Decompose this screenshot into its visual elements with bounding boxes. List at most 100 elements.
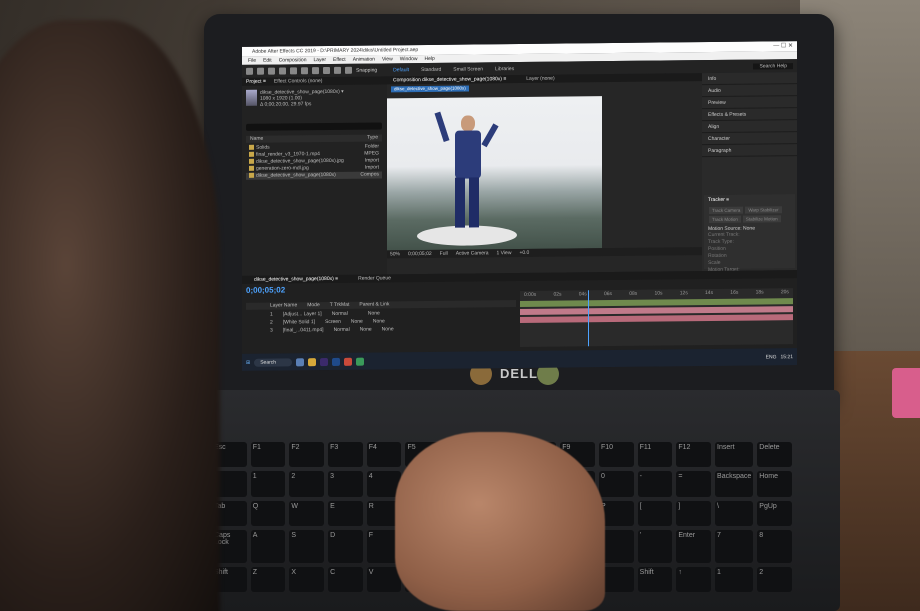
layer-parent[interactable]: None (368, 310, 380, 317)
keyboard-key[interactable]: Enter (676, 530, 712, 563)
timeline-column[interactable]: T TrkMat (330, 302, 350, 309)
keyboard-key[interactable]: A (250, 530, 286, 563)
keyboard-key[interactable]: F4 (366, 442, 402, 468)
keyboard-key[interactable]: F11 (637, 442, 673, 468)
keyboard-key[interactable]: - (637, 471, 673, 497)
menu-item-help[interactable]: Help (424, 55, 434, 63)
keyboard-key[interactable]: 3 (328, 471, 363, 497)
layer-mode[interactable]: Normal (334, 327, 350, 334)
keyboard-key[interactable]: 8 (757, 530, 792, 563)
tracker-button-stabilize-motion[interactable]: Stabilize Motion (742, 215, 781, 223)
menu-item-animation[interactable]: Animation (353, 56, 375, 64)
keyboard-key[interactable]: Shift (637, 566, 673, 592)
workspace-standard[interactable]: Standard (421, 66, 441, 72)
composition-viewer[interactable] (387, 96, 602, 251)
keyboard-key[interactable]: S (289, 530, 325, 563)
keyboard-key[interactable]: 1 (250, 471, 286, 497)
current-timecode[interactable]: 0;00;05;02 (246, 285, 285, 294)
tab-effect-controls[interactable]: Effect Controls (none) (274, 77, 323, 86)
column-type[interactable]: Type (367, 134, 378, 141)
tracker-button-track-camera[interactable]: Track Camera (709, 206, 744, 215)
panel-effects-presets[interactable]: Effects & Presets (702, 108, 797, 122)
keyboard-key[interactable]: C (328, 566, 363, 592)
search-help-input[interactable]: Search Help (753, 62, 793, 70)
keyboard-key[interactable]: 0 (598, 471, 634, 497)
panel-paragraph[interactable]: Paragraph (702, 144, 797, 158)
layer-trkmat[interactable]: None (351, 319, 363, 326)
menu-item-composition[interactable]: Composition (279, 56, 307, 64)
time-ruler[interactable]: 0:00s 02s 04s 06s 08s 10s 12s 14s 16s 18s 20s (520, 288, 793, 299)
keyboard-key[interactable]: \ (715, 500, 754, 527)
hand-tool-icon[interactable] (268, 67, 275, 75)
panel-audio[interactable]: Audio (702, 84, 797, 98)
layer-parent[interactable]: None (382, 326, 394, 333)
layer-trkmat[interactable]: None (360, 327, 372, 334)
keyboard-key[interactable]: = (676, 471, 712, 497)
menu-item-edit[interactable]: Edit (263, 57, 272, 65)
keyboard-key[interactable]: Backspace (715, 471, 754, 497)
selection-tool-icon[interactable] (257, 67, 264, 75)
layer-parent[interactable]: None (373, 318, 385, 325)
menu-item-file[interactable]: File (248, 57, 256, 65)
viewer-control[interactable]: 1 View (497, 249, 512, 257)
keyboard-key[interactable]: Z (250, 566, 286, 592)
tab-layer[interactable]: Layer (none) (526, 75, 554, 83)
viewer-control[interactable]: 0;00;05;02 (408, 250, 432, 258)
tab-project[interactable]: Project ≡ (246, 78, 266, 86)
keyboard-key[interactable]: [ (637, 500, 673, 527)
layer-bar-3[interactable] (520, 314, 793, 323)
media-app-icon[interactable] (356, 357, 365, 366)
playhead[interactable] (588, 290, 590, 347)
tab-timeline-comp[interactable]: dikse_detective_show_page(1080x) ≡ (254, 275, 338, 284)
brush-tool-icon[interactable] (334, 66, 341, 74)
viewer-control[interactable]: +0.0 (519, 249, 529, 257)
after-effects-app-icon[interactable] (320, 357, 329, 366)
panel-align[interactable]: Align (702, 120, 797, 134)
window-controls[interactable]: — ☐ ✕ (773, 41, 793, 51)
menu-item-effect[interactable]: Effect (333, 56, 346, 64)
clock[interactable]: 15:21 (780, 354, 793, 360)
tracker-button-track-motion[interactable]: Track Motion (709, 215, 741, 224)
workspace-libraries[interactable]: Libraries (495, 66, 514, 72)
keyboard-key[interactable]: 7 (715, 530, 754, 563)
keyboard-key[interactable]: Home (757, 471, 792, 497)
chrome-app-icon[interactable] (344, 357, 353, 366)
keyboard-key[interactable]: X (289, 566, 325, 592)
menu-item-window[interactable]: Window (400, 55, 418, 63)
keyboard-key[interactable]: W (289, 500, 325, 527)
keyboard-key[interactable]: ] (676, 500, 712, 527)
snapping-toggle[interactable]: Snapping (356, 67, 377, 73)
layer-mode[interactable]: Screen (325, 319, 341, 326)
photoshop-app-icon[interactable] (332, 357, 341, 366)
tracker-button-warp-stabilizer[interactable]: Warp Stabilizer (745, 206, 782, 214)
keyboard-key[interactable]: 2 (289, 471, 325, 497)
pen-tool-icon[interactable] (312, 67, 319, 75)
keyboard-key[interactable]: ' (637, 530, 673, 563)
keyboard-key[interactable]: 2 (757, 566, 792, 592)
home-icon[interactable] (246, 67, 253, 75)
keyboard-key[interactable]: F1 (250, 442, 286, 468)
tab-render-queue[interactable]: Render Queue (358, 274, 391, 282)
keyboard-key[interactable]: Q (250, 500, 286, 527)
layer-name[interactable]: [Adjust... Layer 1] (283, 311, 322, 318)
keyboard-key[interactable]: E (328, 500, 363, 527)
zoom-tool-icon[interactable] (279, 67, 286, 75)
timeline-column[interactable]: Parent & Link (359, 301, 389, 308)
panel-info[interactable]: Info (702, 72, 797, 86)
layer-name[interactable]: [White Solid 1] (283, 319, 315, 326)
keyboard-key[interactable]: 1 (715, 566, 754, 592)
tab-composition[interactable]: Composition dikse_detective_show_page(10… (393, 75, 506, 84)
keyboard-key[interactable]: Delete (757, 442, 792, 468)
project-item[interactable]: dikse_detective_show_page(1080x) Compos (246, 171, 382, 180)
windows-start-icon[interactable]: ⊞ (246, 359, 250, 365)
project-search-input[interactable] (246, 122, 382, 131)
keyboard-key[interactable]: F3 (328, 442, 363, 468)
column-name[interactable]: Name (250, 136, 263, 143)
menu-item-view[interactable]: View (382, 55, 393, 63)
puppet-tool-icon[interactable] (345, 66, 352, 74)
keyboard-key[interactable]: ↑ (676, 566, 712, 592)
menu-item-layer[interactable]: Layer (313, 56, 326, 64)
panel-character[interactable]: Character (702, 132, 797, 146)
motion-source-select[interactable]: None (743, 226, 755, 232)
keyboard-key[interactable]: D (328, 530, 363, 563)
